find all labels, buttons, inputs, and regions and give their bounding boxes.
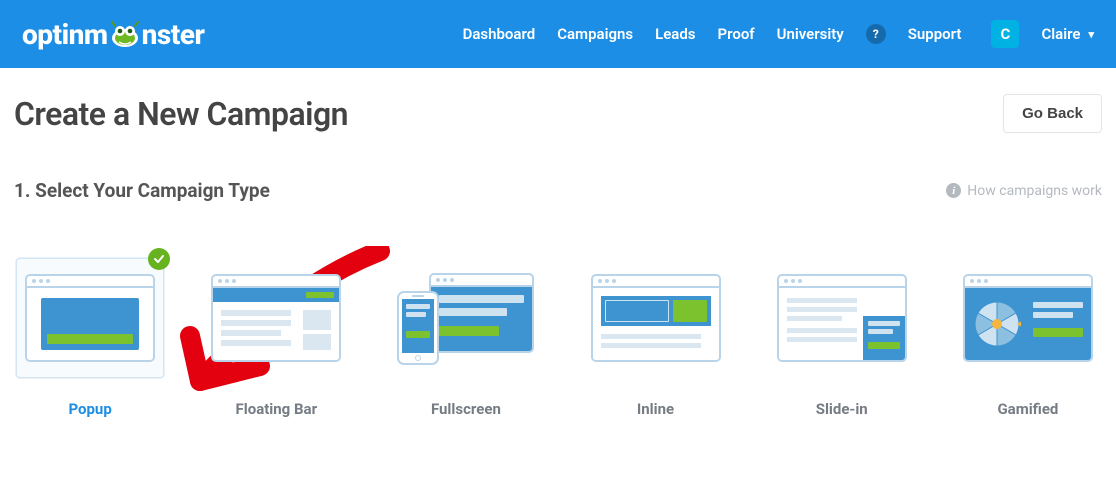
nav-leads[interactable]: Leads: [655, 25, 695, 43]
gamified-thumb: [954, 258, 1102, 378]
topbar: optinm nster Dashboard Campaigns Leads P…: [0, 0, 1116, 68]
go-back-button[interactable]: Go Back: [1003, 94, 1102, 133]
type-label: Fullscreen: [388, 400, 543, 418]
chevron-down-icon: ▾: [1088, 28, 1094, 41]
campaign-type-fullscreen[interactable]: Fullscreen: [388, 258, 543, 418]
section-header: 1. Select Your Campaign Type i How campa…: [14, 179, 1102, 202]
campaign-type-grid: Popup Floating Bar: [14, 258, 1102, 418]
type-label: Popup: [16, 400, 164, 418]
campaign-type-floating-bar[interactable]: Floating Bar: [202, 258, 350, 418]
type-label: Gamified: [954, 400, 1102, 418]
nav-dashboard[interactable]: Dashboard: [463, 25, 536, 43]
campaign-type-gamified[interactable]: Gamified: [954, 258, 1102, 418]
nav-campaigns[interactable]: Campaigns: [557, 25, 633, 43]
type-label: Inline: [581, 400, 729, 418]
page-content: Create a New Campaign Go Back 1. Select …: [0, 68, 1116, 418]
user-menu[interactable]: Claire ▾: [1041, 25, 1094, 43]
floating-bar-thumb: [202, 258, 350, 378]
page-header: Create a New Campaign Go Back: [14, 94, 1102, 133]
wheel-icon: [973, 300, 1021, 348]
main-nav: Dashboard Campaigns Leads Proof Universi…: [463, 20, 1094, 48]
slidein-thumb: [768, 258, 916, 378]
type-label: Slide-in: [768, 400, 916, 418]
help-link-label: How campaigns work: [967, 183, 1102, 199]
popup-thumb: [16, 258, 164, 378]
type-label: Floating Bar: [202, 400, 350, 418]
page-title: Create a New Campaign: [14, 95, 348, 133]
user-name: Claire: [1041, 25, 1080, 43]
nav-support[interactable]: Support: [908, 25, 962, 43]
selected-check-icon: [148, 248, 170, 270]
help-icon[interactable]: ?: [866, 24, 886, 44]
fullscreen-thumb: [388, 258, 543, 378]
campaign-type-popup[interactable]: Popup: [16, 258, 164, 418]
campaign-type-inline[interactable]: Inline: [581, 258, 729, 418]
nav-proof[interactable]: Proof: [718, 25, 755, 43]
logo[interactable]: optinm nster: [22, 18, 204, 51]
nav-university[interactable]: University: [777, 25, 844, 43]
inline-thumb: [581, 258, 729, 378]
info-icon: i: [946, 183, 961, 198]
avatar[interactable]: C: [991, 20, 1019, 48]
monster-icon: [109, 20, 141, 48]
campaign-type-slidein[interactable]: Slide-in: [768, 258, 916, 418]
section-title: 1. Select Your Campaign Type: [14, 179, 270, 202]
how-campaigns-work-link[interactable]: i How campaigns work: [946, 183, 1102, 199]
